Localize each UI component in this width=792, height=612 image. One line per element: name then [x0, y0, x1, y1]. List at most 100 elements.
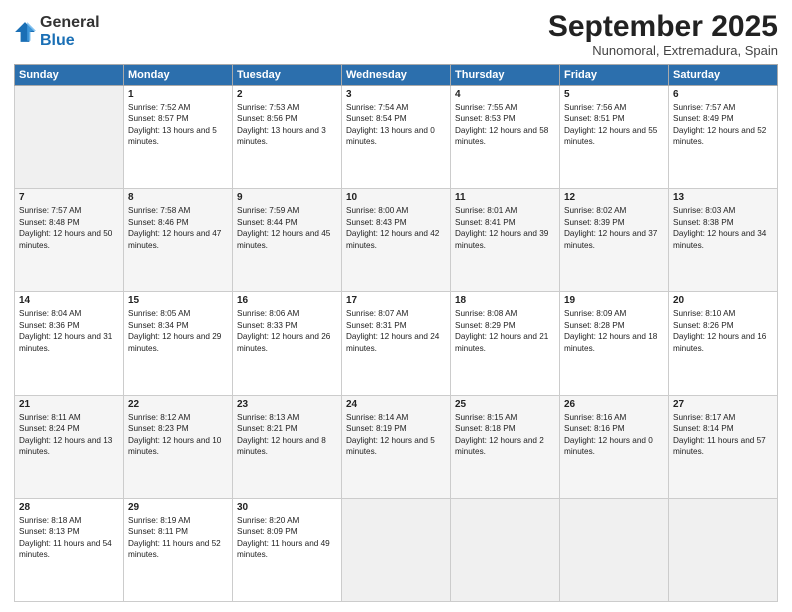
cell-info: Sunrise: 7:58 AMSunset: 8:46 PMDaylight:…	[128, 205, 228, 251]
calendar-week-row: 14Sunrise: 8:04 AMSunset: 8:36 PMDayligh…	[15, 292, 778, 395]
cell-info: Sunrise: 8:00 AMSunset: 8:43 PMDaylight:…	[346, 205, 446, 251]
calendar-cell: 14Sunrise: 8:04 AMSunset: 8:36 PMDayligh…	[15, 292, 124, 395]
day-number: 7	[19, 192, 119, 203]
calendar-cell: 9 Sunrise: 7:59 AMSunset: 8:44 PMDaylight…	[233, 189, 342, 292]
cell-info: Sunrise: 7:57 AMSunset: 8:48 PMDaylight:…	[19, 205, 119, 251]
cell-info: Sunrise: 8:18 AMSunset: 8:13 PMDaylight:…	[19, 515, 119, 561]
logo: General Blue	[14, 14, 100, 49]
calendar-cell	[451, 498, 560, 601]
location: Nunomoral, Extremadura, Spain	[548, 43, 778, 58]
day-number: 6	[673, 89, 773, 100]
cell-info: Sunrise: 7:52 AMSunset: 8:57 PMDaylight:…	[128, 102, 228, 148]
calendar-cell: 10Sunrise: 8:00 AMSunset: 8:43 PMDayligh…	[342, 189, 451, 292]
calendar-cell: 19 Sunrise: 8:09 AMSunset: 8:28 PMDayligh…	[560, 292, 669, 395]
cell-info: Sunrise: 8:16 AMSunset: 8:16 PMDaylight:…	[564, 412, 664, 458]
calendar-cell: 3Sunrise: 7:54 AMSunset: 8:54 PMDaylight…	[342, 86, 451, 189]
logo-blue: Blue	[40, 32, 100, 50]
day-number: 18	[455, 295, 555, 306]
calendar-cell: 4 Sunrise: 7:55 AMSunset: 8:53 PMDaylight…	[451, 86, 560, 189]
calendar-cell	[560, 498, 669, 601]
calendar-cell	[342, 498, 451, 601]
cell-info: Sunrise: 8:09 AMSunset: 8:28 PMDaylight:…	[564, 308, 664, 354]
day-number: 26	[564, 399, 664, 410]
calendar-week-row: 21 Sunrise: 8:11 AMSunset: 8:24 PMDayligh…	[15, 395, 778, 498]
cell-info: Sunrise: 7:53 AMSunset: 8:56 PMDaylight:…	[237, 102, 337, 148]
day-number: 13	[673, 192, 773, 203]
header: General Blue September 2025 Nunomoral, E…	[14, 10, 778, 58]
day-number: 5	[564, 89, 664, 100]
cell-info: Sunrise: 8:04 AMSunset: 8:36 PMDaylight:…	[19, 308, 119, 354]
weekday-header: Friday	[560, 65, 669, 86]
calendar-cell: 20 Sunrise: 8:10 AMSunset: 8:26 PMDayligh…	[669, 292, 778, 395]
calendar-cell: 1Sunrise: 7:52 AMSunset: 8:57 PMDaylight…	[124, 86, 233, 189]
calendar-week-row: 28 Sunrise: 8:18 AMSunset: 8:13 PMDayligh…	[15, 498, 778, 601]
weekday-header: Saturday	[669, 65, 778, 86]
calendar-cell: 12 Sunrise: 8:02 AMSunset: 8:39 PMDayligh…	[560, 189, 669, 292]
day-number: 25	[455, 399, 555, 410]
day-number: 4	[455, 89, 555, 100]
calendar-cell: 15Sunrise: 8:05 AMSunset: 8:34 PMDayligh…	[124, 292, 233, 395]
calendar-cell: 6 Sunrise: 7:57 AMSunset: 8:49 PMDaylight…	[669, 86, 778, 189]
cell-info: Sunrise: 7:54 AMSunset: 8:54 PMDaylight:…	[346, 102, 446, 148]
day-number: 29	[128, 502, 228, 513]
day-number: 2	[237, 89, 337, 100]
calendar-cell	[15, 86, 124, 189]
month-title: September 2025	[548, 10, 778, 43]
cell-info: Sunrise: 8:10 AMSunset: 8:26 PMDaylight:…	[673, 308, 773, 354]
day-number: 28	[19, 502, 119, 513]
cell-info: Sunrise: 8:14 AMSunset: 8:19 PMDaylight:…	[346, 412, 446, 458]
calendar-cell: 7 Sunrise: 7:57 AMSunset: 8:48 PMDaylight…	[15, 189, 124, 292]
calendar-cell: 24 Sunrise: 8:14 AMSunset: 8:19 PMDayligh…	[342, 395, 451, 498]
calendar-cell	[669, 498, 778, 601]
cell-info: Sunrise: 7:55 AMSunset: 8:53 PMDaylight:…	[455, 102, 555, 148]
weekday-header: Monday	[124, 65, 233, 86]
cell-info: Sunrise: 7:59 AMSunset: 8:44 PMDaylight:…	[237, 205, 337, 251]
cell-info: Sunrise: 8:02 AMSunset: 8:39 PMDaylight:…	[564, 205, 664, 251]
day-number: 11	[455, 192, 555, 203]
cell-info: Sunrise: 8:19 AMSunset: 8:11 PMDaylight:…	[128, 515, 228, 561]
cell-info: Sunrise: 8:06 AMSunset: 8:33 PMDaylight:…	[237, 308, 337, 354]
logo-general: General	[40, 14, 100, 32]
calendar-week-row: 7 Sunrise: 7:57 AMSunset: 8:48 PMDaylight…	[15, 189, 778, 292]
calendar-page: General Blue September 2025 Nunomoral, E…	[0, 0, 792, 612]
day-number: 24	[346, 399, 446, 410]
title-block: September 2025 Nunomoral, Extremadura, S…	[548, 10, 778, 58]
calendar-table: SundayMondayTuesdayWednesdayThursdayFrid…	[14, 64, 778, 602]
cell-info: Sunrise: 8:15 AMSunset: 8:18 PMDaylight:…	[455, 412, 555, 458]
day-number: 27	[673, 399, 773, 410]
day-number: 12	[564, 192, 664, 203]
cell-info: Sunrise: 8:01 AMSunset: 8:41 PMDaylight:…	[455, 205, 555, 251]
calendar-cell: 8 Sunrise: 7:58 AMSunset: 8:46 PMDaylight…	[124, 189, 233, 292]
calendar-cell: 26 Sunrise: 8:16 AMSunset: 8:16 PMDayligh…	[560, 395, 669, 498]
cell-info: Sunrise: 7:57 AMSunset: 8:49 PMDaylight:…	[673, 102, 773, 148]
cell-info: Sunrise: 8:05 AMSunset: 8:34 PMDaylight:…	[128, 308, 228, 354]
calendar-cell: 18Sunrise: 8:08 AMSunset: 8:29 PMDayligh…	[451, 292, 560, 395]
day-number: 20	[673, 295, 773, 306]
day-number: 21	[19, 399, 119, 410]
weekday-header: Tuesday	[233, 65, 342, 86]
weekday-header-row: SundayMondayTuesdayWednesdayThursdayFrid…	[15, 65, 778, 86]
calendar-cell: 23 Sunrise: 8:13 AMSunset: 8:21 PMDayligh…	[233, 395, 342, 498]
calendar-cell: 22Sunrise: 8:12 AMSunset: 8:23 PMDayligh…	[124, 395, 233, 498]
cell-info: Sunrise: 8:13 AMSunset: 8:21 PMDaylight:…	[237, 412, 337, 458]
day-number: 19	[564, 295, 664, 306]
weekday-header: Wednesday	[342, 65, 451, 86]
day-number: 8	[128, 192, 228, 203]
calendar-cell: 28 Sunrise: 8:18 AMSunset: 8:13 PMDayligh…	[15, 498, 124, 601]
cell-info: Sunrise: 8:17 AMSunset: 8:14 PMDaylight:…	[673, 412, 773, 458]
logo-icon	[14, 21, 36, 43]
calendar-cell: 21 Sunrise: 8:11 AMSunset: 8:24 PMDayligh…	[15, 395, 124, 498]
day-number: 9	[237, 192, 337, 203]
day-number: 30	[237, 502, 337, 513]
day-number: 16	[237, 295, 337, 306]
calendar-cell: 2 Sunrise: 7:53 AMSunset: 8:56 PMDaylight…	[233, 86, 342, 189]
cell-info: Sunrise: 8:12 AMSunset: 8:23 PMDaylight:…	[128, 412, 228, 458]
weekday-header: Sunday	[15, 65, 124, 86]
cell-info: Sunrise: 8:07 AMSunset: 8:31 PMDaylight:…	[346, 308, 446, 354]
weekday-header: Thursday	[451, 65, 560, 86]
cell-info: Sunrise: 8:11 AMSunset: 8:24 PMDaylight:…	[19, 412, 119, 458]
calendar-week-row: 1Sunrise: 7:52 AMSunset: 8:57 PMDaylight…	[15, 86, 778, 189]
calendar-cell: 30Sunrise: 8:20 AMSunset: 8:09 PMDayligh…	[233, 498, 342, 601]
day-number: 23	[237, 399, 337, 410]
calendar-cell: 16 Sunrise: 8:06 AMSunset: 8:33 PMDayligh…	[233, 292, 342, 395]
